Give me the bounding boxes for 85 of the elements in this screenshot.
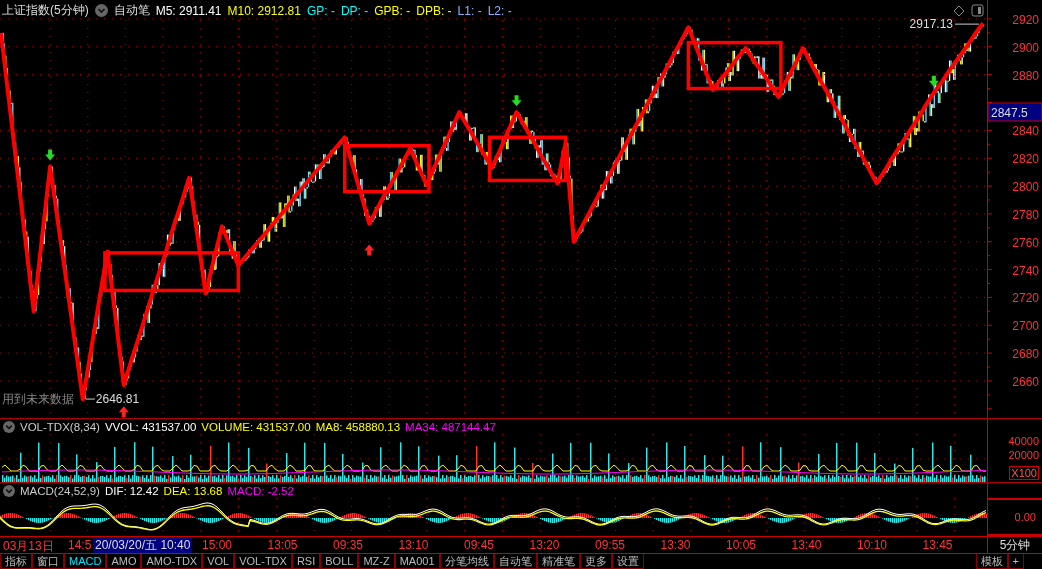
down-arrow-icon [928,75,939,87]
time-tick: 13:10 [398,538,429,552]
indicator-value: GPB: - [374,3,411,18]
up-arrow-icon [118,406,129,418]
indicator-tab[interactable]: BOLL [320,554,359,569]
indicator-value: DIF: 12.42 [104,484,159,497]
price-tick: 2700 [1012,319,1039,334]
price-tick: 2920 [1012,12,1039,27]
time-tick: 15:00 [202,538,233,552]
indicator-tab[interactable]: MZ-Z [358,554,395,569]
price-tick: 2840 [1012,124,1039,139]
time-tick: 13:05 [267,538,298,552]
indicator-value: M5: 2911.41 [155,3,222,18]
unit-label: X100 [1009,466,1039,480]
indicator-value: GP: - [306,3,335,18]
time-tick: 13:40 [791,538,822,552]
price-label: 2646.81 [95,392,140,407]
volume-tick: 40000 [1008,434,1039,448]
cursor-price-label: 2847.5 [987,102,1042,122]
indicator-tab[interactable]: 设置 [611,554,644,569]
price-tick: 2880 [1012,68,1039,83]
indicator-tab[interactable]: RSI [291,554,321,569]
mode-label[interactable]: 自动笔 [113,2,150,19]
chevron-down-icon[interactable] [3,420,15,433]
price-tick: 2680 [1012,347,1039,362]
indicator-value: DPB: - [416,3,452,18]
chart-title: 上证指数(5分钟) [2,2,89,19]
price-tick: 2780 [1012,207,1039,222]
indicator-tab[interactable]: 分笔均线 [439,554,494,569]
leader-line [954,23,980,25]
period-label[interactable]: 5分钟 [999,536,1031,554]
macd-tick: 0.00 [1014,510,1036,524]
indicator-tab[interactable]: VOL [202,554,235,569]
up-arrow-icon [364,244,375,256]
indicator-tab[interactable]: 更多 [579,554,612,569]
diamond-icon [953,5,965,17]
time-tick: 09:35 [333,538,364,552]
indicator-tab[interactable]: MACD [64,554,107,569]
leader-line [85,398,96,400]
price-tick: 2760 [1012,235,1039,250]
price-tick: 2800 [1012,180,1039,195]
price-label: 2917.13 [909,17,953,32]
indicator-tab[interactable]: 精准笔 [536,554,580,569]
indicator-tab[interactable]: MA001 [394,554,440,569]
time-tick: 13:30 [660,538,691,552]
indicator-tab[interactable]: 自动笔 [493,554,537,569]
time-tick: 10:10 [857,538,888,552]
indicator-tab[interactable]: VOL-TDX [234,554,292,569]
indicator-value: VOLUME: 431537.00 [201,420,311,433]
indicator-value: L2: - [487,3,512,18]
time-tick: 03月13日 [3,538,54,555]
indicator-value: MA8: 458880.13 [315,420,401,433]
price-tick: 2820 [1012,152,1039,167]
indicator-value: L1: - [457,3,482,18]
time-tick: 13:20 [529,538,560,552]
indicator-tab[interactable]: AMO-TDX [141,554,203,569]
indicator-title: VOL-TDX(8,34) [20,420,100,433]
chevron-down-icon[interactable] [3,484,15,497]
indicator-value: DEA: 13.68 [163,484,223,497]
indicator-title: MACD(24,52,9) [20,484,100,497]
indicator-tab[interactable]: 窗口 [32,554,64,569]
indicator-value: MACD: -2.52 [227,484,294,497]
down-arrow-icon [511,95,522,107]
time-tick: 13:45 [922,538,953,552]
indicator-value: MA34: 487144.47 [405,420,496,433]
indicator-tab[interactable]: 指标 [0,554,32,569]
time-tick: 09:45 [464,538,495,552]
cursor-time-label: 20/03/20/五 10:40 [93,537,193,553]
price-tick: 2740 [1012,263,1039,278]
indicator-tab[interactable]: AMO [106,554,142,569]
indicator-value: M10: 2912.81 [227,3,301,18]
window-toggle-icon [971,4,984,17]
time-tick: 10:05 [726,538,757,552]
indicator-value: VVOL: 431537.00 [104,420,197,433]
price-tick: 2660 [1012,374,1039,389]
warning-text: 用到未来数据 [2,392,74,406]
indicator-value: DP: - [340,3,369,18]
time-tick: 14:5 [68,538,92,552]
price-tick: 2900 [1012,40,1039,55]
chevron-down-icon[interactable] [94,4,108,17]
price-tick: 2720 [1012,291,1039,306]
time-tick: 09:55 [595,538,626,552]
down-arrow-icon [45,149,56,161]
template-tab[interactable]: 模板 [975,554,1008,569]
volume-tick: 20000 [1008,448,1039,462]
